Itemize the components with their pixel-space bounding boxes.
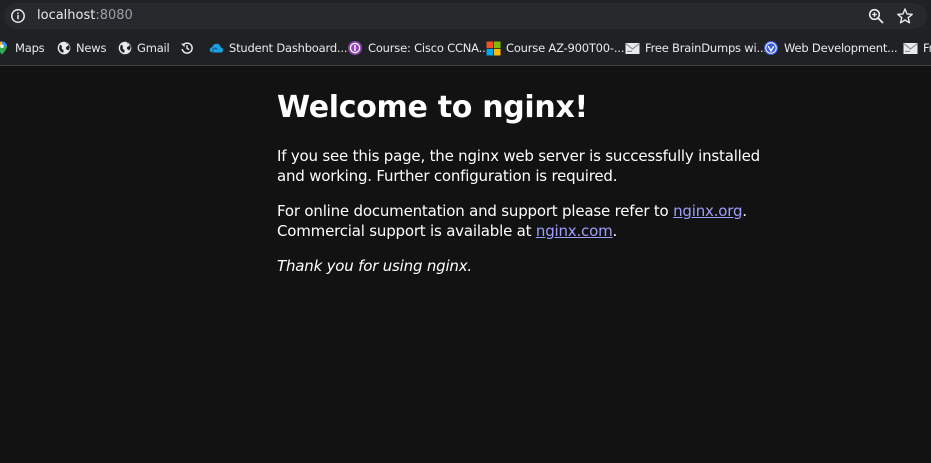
zoom-in-icon[interactable] — [867, 7, 885, 25]
bookmark-label: Gmail — [137, 41, 170, 55]
nginx-org-link[interactable]: nginx.org — [673, 202, 742, 220]
url-text[interactable]: localhost:8080 — [37, 7, 133, 24]
nginx-welcome-content: Welcome to nginx! If you see this page, … — [277, 90, 777, 276]
bookmark-label: Maps — [15, 41, 45, 55]
bookmark-label: Course: Cisco CCNA... — [368, 41, 490, 55]
mail-icon — [903, 42, 918, 54]
shield-logo-icon — [764, 41, 778, 55]
browser-window: localhost:8080 Maps News Gmail Student D… — [0, 0, 931, 463]
commercial-text-period: . — [612, 222, 618, 240]
doc-text-start: For online documentation and support ple… — [277, 202, 674, 220]
documentation-text: For online documentation and support ple… — [277, 201, 777, 241]
bookmark-gmail[interactable]: Gmail — [118, 39, 170, 57]
bookmark-maps[interactable]: Maps — [0, 39, 45, 57]
page-viewport: Welcome to nginx! If you see this page, … — [0, 66, 931, 463]
bookmark-cisco-ccna[interactable]: Course: Cisco CCNA... — [347, 39, 489, 57]
bookmark-free-braindumps[interactable]: Free BrainDumps wi... — [625, 39, 767, 57]
cloud-icon — [209, 43, 224, 53]
bookmark-web-development[interactable]: Web Development... — [763, 39, 898, 57]
mail-icon — [625, 42, 640, 54]
bookmark-news[interactable]: News — [57, 39, 106, 57]
maps-pin-icon — [0, 41, 7, 55]
star-outline-icon[interactable] — [896, 7, 914, 25]
globe-icon — [118, 41, 132, 55]
omnibox[interactable]: localhost:8080 — [4, 3, 927, 29]
bookmark-label: Fr — [923, 41, 931, 55]
bookmark-label: Course AZ-900T00-... — [506, 41, 625, 55]
bookmark-history[interactable] — [180, 39, 194, 57]
info-circle-icon[interactable] — [10, 8, 26, 24]
thank-you-text: Thank you for using nginx. — [277, 257, 472, 275]
commercial-support-text: Commercial support is available at — [277, 222, 536, 240]
bookmark-az-900[interactable]: Course AZ-900T00-... — [486, 39, 624, 57]
bookmark-label: Student Dashboard... — [229, 41, 348, 55]
history-icon — [181, 42, 193, 54]
globe-icon — [57, 41, 71, 55]
bookmark-label: News — [76, 41, 107, 55]
nginx-com-link[interactable]: nginx.com — [536, 222, 613, 240]
bookmark-label: Web Development... — [784, 41, 898, 55]
address-bar-area: localhost:8080 — [0, 0, 931, 32]
bookmarks-bar: Maps News Gmail Student Dashboard... Cou… — [0, 32, 931, 66]
url-port: :8080 — [95, 8, 133, 23]
bookmark-overflow[interactable]: Fr — [903, 39, 931, 57]
install-success-text: If you see this page, the nginx web serv… — [277, 147, 760, 185]
url-host: localhost — [37, 8, 96, 23]
bookmark-label: Free BrainDumps wi... — [645, 41, 767, 55]
microsoft-logo-icon — [486, 41, 501, 55]
page-title: Welcome to nginx! — [277, 90, 588, 125]
doc-text-period: . — [742, 202, 747, 220]
bookmark-student-dashboard[interactable]: Student Dashboard... — [209, 39, 347, 57]
course-badge-icon — [348, 41, 362, 55]
